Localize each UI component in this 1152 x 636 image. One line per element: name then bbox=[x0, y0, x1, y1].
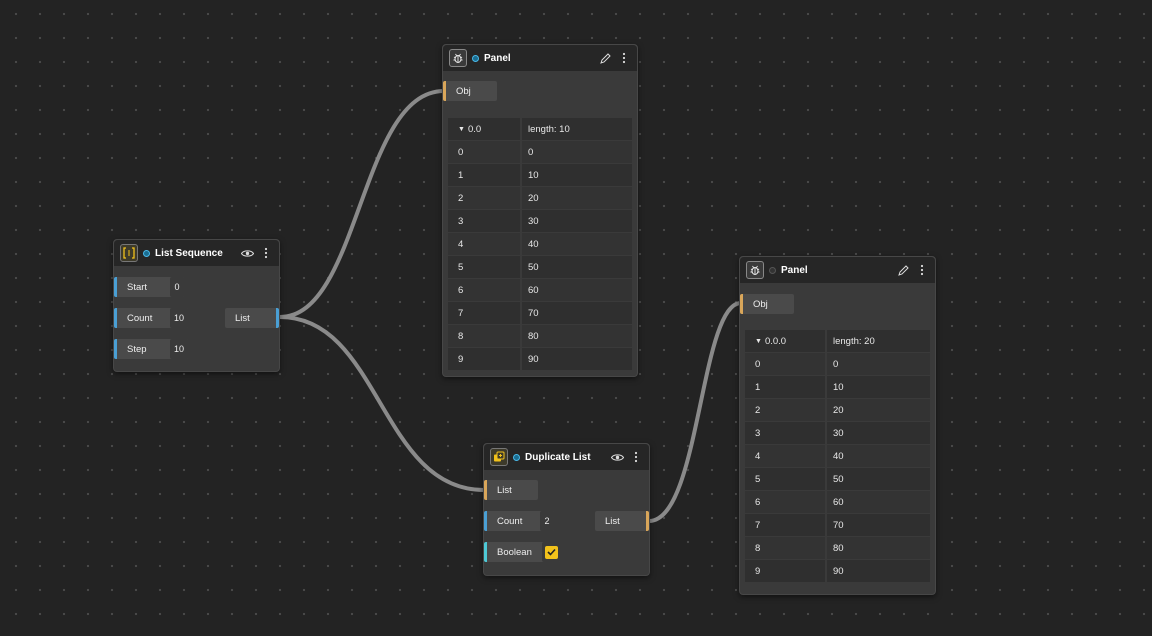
obj-input[interactable]: Obj bbox=[740, 294, 794, 314]
table-row: 2 20 bbox=[745, 399, 930, 421]
table-row: 4 40 bbox=[448, 233, 632, 255]
list-output[interactable]: List bbox=[595, 511, 649, 531]
table-row: 7 70 bbox=[745, 514, 930, 536]
wire-list-to-panel1[interactable] bbox=[279, 89, 445, 319]
status-dot bbox=[769, 266, 776, 274]
step-value[interactable]: 10 bbox=[170, 339, 188, 359]
more-vertical-icon[interactable] bbox=[915, 263, 929, 277]
duplicate-list-node[interactable]: Duplicate List List Count 2 Boolean List bbox=[483, 443, 650, 576]
table-row: 5 50 bbox=[745, 468, 930, 490]
bug-icon bbox=[746, 261, 764, 279]
tree-path[interactable]: ▼ 0.0.0 bbox=[745, 330, 825, 352]
table-header-row: ▼ 0.0 length: 10 bbox=[448, 118, 632, 140]
count-value[interactable]: 10 bbox=[170, 308, 188, 328]
table-row: 8 80 bbox=[745, 537, 930, 559]
step-input[interactable]: Step 10 bbox=[114, 339, 188, 359]
table-row: 3 30 bbox=[448, 210, 632, 232]
list-output[interactable]: List bbox=[225, 308, 279, 328]
start-input[interactable]: Start 0 bbox=[114, 277, 184, 297]
count-value[interactable]: 2 bbox=[540, 511, 554, 531]
node-title: Duplicate List bbox=[525, 451, 591, 463]
pin-label: Step bbox=[127, 343, 147, 355]
status-dot bbox=[143, 249, 150, 257]
pencil-icon[interactable] bbox=[896, 263, 910, 277]
pin-label: Obj bbox=[456, 85, 471, 97]
pin-label: Count bbox=[127, 312, 153, 324]
table-row: 1 10 bbox=[745, 376, 930, 398]
table-row: 6 60 bbox=[448, 279, 632, 301]
table-row: 00 bbox=[745, 353, 930, 375]
data-table: ▼ 0.0.0 length: 20 00 1 10 2 20 3 30 4 40 5 50… bbox=[745, 330, 930, 583]
tree-path[interactable]: ▼ 0.0 bbox=[448, 118, 520, 140]
pencil-icon[interactable] bbox=[598, 51, 612, 65]
table-row: 9 90 bbox=[448, 348, 632, 370]
node-header[interactable]: Panel bbox=[443, 45, 637, 71]
count-input[interactable]: Count 2 bbox=[484, 511, 554, 531]
boolean-input[interactable]: Boolean bbox=[484, 542, 560, 562]
table-row: 00 bbox=[448, 141, 632, 163]
list-sequence-icon bbox=[120, 244, 138, 262]
count-input[interactable]: Count 10 bbox=[114, 308, 188, 328]
node-header[interactable]: Duplicate List bbox=[484, 444, 649, 470]
table-row: 9 90 bbox=[745, 560, 930, 582]
node-title: List Sequence bbox=[155, 247, 223, 259]
pin-label: List bbox=[497, 484, 512, 496]
more-vertical-icon[interactable] bbox=[259, 246, 273, 260]
table-row: 6 60 bbox=[745, 491, 930, 513]
pin-label: Count bbox=[497, 515, 523, 527]
table-row: 8 80 bbox=[448, 325, 632, 347]
eye-icon[interactable] bbox=[610, 450, 624, 464]
node-title: Panel bbox=[781, 264, 808, 276]
pin-label: Obj bbox=[753, 298, 768, 310]
list-input[interactable]: List bbox=[484, 480, 538, 500]
table-row: 5 50 bbox=[448, 256, 632, 278]
data-table: ▼ 0.0 length: 10 00 1 10 2 20 3 30 4 40 5 50 6… bbox=[448, 118, 632, 371]
table-header-row: ▼ 0.0.0 length: 20 bbox=[745, 330, 930, 352]
node-header[interactable]: List Sequence bbox=[114, 240, 279, 266]
obj-input[interactable]: Obj bbox=[443, 81, 497, 101]
pin-label: Boolean bbox=[497, 546, 532, 558]
wire-duplicate-to-panel2[interactable] bbox=[648, 301, 742, 523]
list-sequence-node[interactable]: List Sequence Start 0 Count 10 Step 10 L… bbox=[113, 239, 280, 372]
more-vertical-icon[interactable] bbox=[629, 450, 643, 464]
node-header[interactable]: Panel bbox=[740, 257, 935, 283]
boolean-checkbox[interactable] bbox=[544, 545, 558, 559]
boolean-checkbox-wrap bbox=[542, 542, 560, 562]
table-row: 4 40 bbox=[745, 445, 930, 467]
status-dot bbox=[472, 54, 479, 62]
duplicate-icon bbox=[490, 448, 508, 466]
more-vertical-icon[interactable] bbox=[617, 51, 631, 65]
status-dot bbox=[513, 453, 520, 461]
panel-node-2[interactable]: Panel Obj ▼ 0.0.0 length: 20 00 1 10 2 20 3… bbox=[739, 256, 936, 595]
table-row: 7 70 bbox=[448, 302, 632, 324]
start-value[interactable]: 0 bbox=[170, 277, 184, 297]
table-row: 3 30 bbox=[745, 422, 930, 444]
table-row: 2 20 bbox=[448, 187, 632, 209]
panel-node-1[interactable]: Panel Obj ▼ 0.0 length: 10 00 1 10 2 20 3 30… bbox=[442, 44, 638, 377]
node-title: Panel bbox=[484, 52, 511, 64]
eye-icon[interactable] bbox=[240, 246, 254, 260]
table-row: 1 10 bbox=[448, 164, 632, 186]
length-label: length: 10 bbox=[522, 118, 632, 140]
bug-icon bbox=[449, 49, 467, 67]
pin-label: Start bbox=[127, 281, 148, 293]
pin-label: List bbox=[605, 515, 620, 527]
length-label: length: 20 bbox=[827, 330, 930, 352]
pin-label: List bbox=[235, 312, 250, 324]
